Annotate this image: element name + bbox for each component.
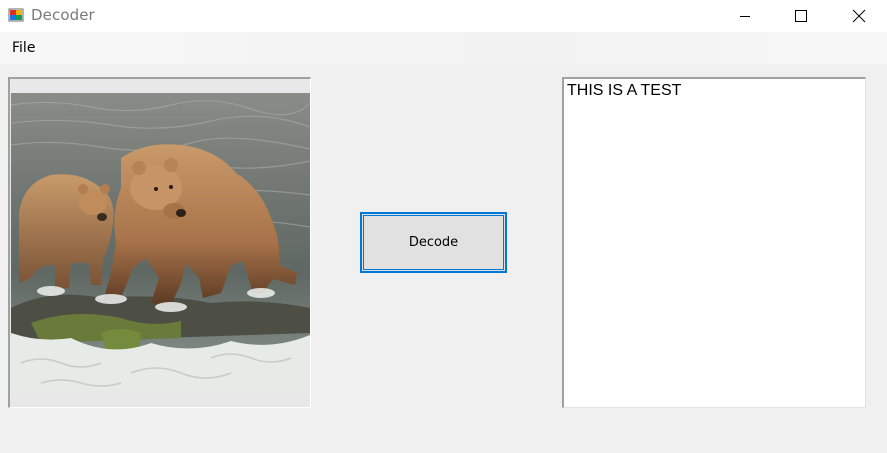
menu-item-file[interactable]: File: [12, 40, 35, 56]
maximize-icon: [795, 10, 807, 22]
minimize-button[interactable]: [722, 0, 768, 32]
bear-photo-image: [11, 93, 310, 393]
app-icon: [8, 7, 24, 23]
close-button[interactable]: [836, 0, 882, 32]
decode-button[interactable]: Decode: [360, 212, 507, 273]
window-title: Decoder: [31, 6, 95, 24]
output-textbox[interactable]: THIS IS A TEST: [562, 77, 866, 408]
picture-box[interactable]: [8, 77, 311, 408]
menu-bar: File: [0, 32, 887, 64]
title-bar[interactable]: Decoder: [0, 0, 887, 32]
minimize-icon: [740, 16, 750, 17]
close-icon: [852, 9, 866, 23]
maximize-button[interactable]: [778, 0, 824, 32]
